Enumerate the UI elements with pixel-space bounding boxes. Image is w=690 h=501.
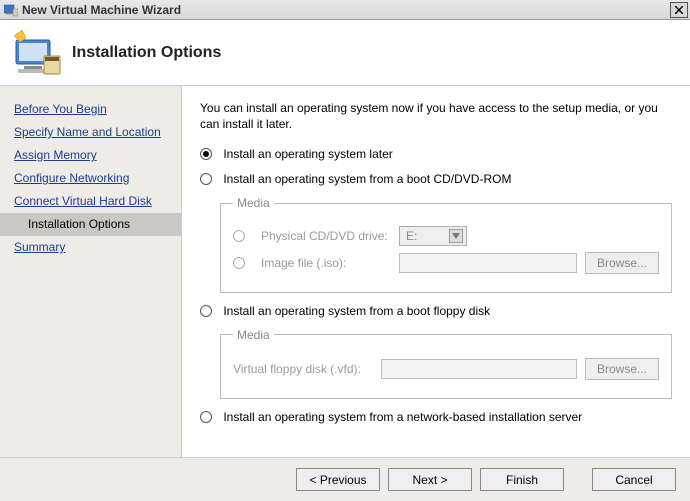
- window-title: New Virtual Machine Wizard: [22, 3, 670, 17]
- titlebar: New Virtual Machine Wizard: [0, 0, 690, 20]
- sidebar-item-before-you-begin[interactable]: Before You Begin: [0, 98, 181, 121]
- radio-install-network[interactable]: [200, 411, 212, 423]
- radio-physical-drive: [233, 230, 245, 242]
- cddvd-media-legend: Media: [233, 196, 274, 210]
- radio-install-later-label: Install an operating system later: [223, 147, 392, 161]
- radio-install-later[interactable]: [200, 148, 212, 160]
- option-install-later[interactable]: Install an operating system later: [200, 146, 672, 161]
- physical-drive-value: E:: [406, 229, 417, 243]
- cancel-button[interactable]: Cancel: [592, 468, 676, 491]
- page-intro-text: You can install an operating system now …: [200, 100, 672, 132]
- option-install-cddvd[interactable]: Install an operating system from a boot …: [200, 171, 672, 186]
- physical-drive-combo: E:: [399, 226, 467, 246]
- finish-button[interactable]: Finish: [480, 468, 564, 491]
- previous-button[interactable]: < Previous: [296, 468, 380, 491]
- radio-install-floppy[interactable]: [200, 305, 212, 317]
- floppy-media-group: Media Virtual floppy disk (.vfd): Browse…: [220, 328, 672, 399]
- image-file-label: Image file (.iso):: [261, 256, 391, 270]
- wizard-steps-sidebar: Before You Begin Specify Name and Locati…: [0, 86, 182, 457]
- sidebar-item-summary[interactable]: Summary: [0, 236, 181, 259]
- sidebar-item-specify-name[interactable]: Specify Name and Location: [0, 121, 181, 144]
- next-button[interactable]: Next >: [388, 468, 472, 491]
- close-button[interactable]: [670, 2, 688, 18]
- image-browse-button: Browse...: [585, 252, 659, 274]
- cddvd-media-group: Media Physical CD/DVD drive: E: Image fi…: [220, 196, 672, 293]
- sidebar-item-installation-options[interactable]: Installation Options: [0, 213, 181, 236]
- vfd-input: [381, 359, 577, 379]
- page-title: Installation Options: [72, 44, 221, 62]
- physical-drive-label: Physical CD/DVD drive:: [261, 229, 391, 243]
- option-install-network[interactable]: Install an operating system from a netwo…: [200, 409, 672, 424]
- sidebar-item-assign-memory[interactable]: Assign Memory: [0, 144, 181, 167]
- close-icon: [675, 6, 683, 14]
- radio-install-cddvd-label: Install an operating system from a boot …: [223, 172, 511, 186]
- app-icon: [4, 3, 18, 17]
- radio-install-cddvd[interactable]: [200, 173, 212, 185]
- wizard-header: Installation Options: [0, 20, 690, 86]
- wizard-icon: [12, 28, 62, 78]
- radio-image-file: [233, 257, 245, 269]
- sidebar-item-connect-vhd[interactable]: Connect Virtual Hard Disk: [0, 190, 181, 213]
- wizard-page: You can install an operating system now …: [182, 86, 690, 457]
- option-install-floppy[interactable]: Install an operating system from a boot …: [200, 303, 672, 318]
- vfd-label: Virtual floppy disk (.vfd):: [233, 362, 373, 376]
- vfd-browse-button: Browse...: [585, 358, 659, 380]
- wizard-footer: < Previous Next > Finish Cancel: [0, 457, 690, 501]
- image-file-input: [399, 253, 577, 273]
- radio-install-floppy-label: Install an operating system from a boot …: [223, 304, 490, 318]
- floppy-media-legend: Media: [233, 328, 274, 342]
- radio-install-network-label: Install an operating system from a netwo…: [223, 410, 582, 424]
- sidebar-item-configure-networking[interactable]: Configure Networking: [0, 167, 181, 190]
- chevron-down-icon: [449, 229, 463, 243]
